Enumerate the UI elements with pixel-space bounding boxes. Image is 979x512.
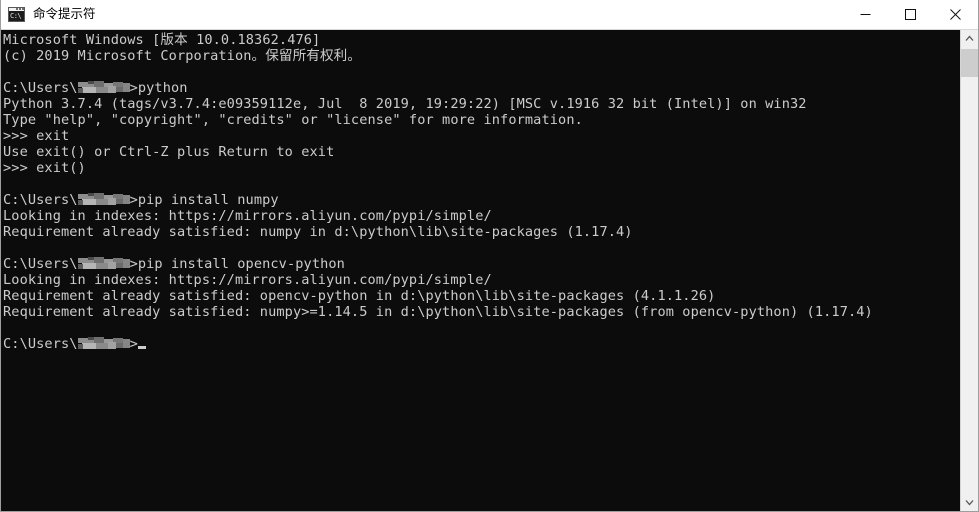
- console-line: Looking in indexes: https://mirrors.aliy…: [3, 272, 492, 288]
- redacted-username: [77, 81, 130, 94]
- scrollbar-thumb[interactable]: [961, 49, 978, 77]
- console-prompt-caret: >pip install numpy: [129, 192, 279, 208]
- console-prompt-path: C:\Users\: [3, 256, 78, 272]
- console-line: (c) 2019 Microsoft Corporation。保留所有权利。: [3, 48, 362, 64]
- console-prompt-caret: >python: [129, 80, 188, 96]
- console-line: C:\Users\ >: [3, 336, 960, 352]
- console-line: Requirement already satisfied: numpy in …: [3, 224, 633, 240]
- redacted-username: [77, 193, 130, 206]
- console-prompt-path: C:\Users\: [3, 336, 78, 352]
- redacted-username: [77, 337, 130, 350]
- console-line: Looking in indexes: https://mirrors.aliy…: [3, 208, 492, 224]
- console-prompt-caret: >pip install opencv-python: [129, 256, 345, 272]
- console-line: C:\Users\ >pip install numpy: [3, 192, 960, 208]
- maximize-icon: [905, 9, 916, 20]
- cmd-console-icon: C:\: [8, 7, 25, 22]
- console-area: Microsoft Windows [版本 10.0.18362.476] (c)…: [1, 30, 978, 511]
- scroll-down-button[interactable]: [961, 494, 978, 511]
- console-prompt-caret: >: [129, 336, 138, 352]
- redacted-username: [77, 257, 130, 270]
- console-line: C:\Users\ >pip install opencv-python: [3, 256, 960, 272]
- title-bar-left: C:\ 命令提示符: [1, 0, 843, 29]
- command-prompt-window: C:\ 命令提示符 Microsoft Windows [版本 10.0.183…: [0, 0, 979, 512]
- console-line: >>> exit: [3, 128, 70, 144]
- console-line: Python 3.7.4 (tags/v3.7.4:e09359112e, Ju…: [3, 96, 807, 112]
- console-line: Requirement already satisfied: opencv-py…: [3, 288, 716, 304]
- console-line: Microsoft Windows [版本 10.0.18362.476]: [3, 32, 321, 48]
- minimize-icon: [860, 14, 871, 15]
- close-icon: [950, 9, 961, 20]
- text-cursor: [137, 346, 146, 349]
- close-button[interactable]: [933, 0, 978, 29]
- cmd-icon-text: C:\: [9, 11, 24, 21]
- console-line: Requirement already satisfied: numpy>=1.…: [3, 304, 873, 320]
- console-line: C:\Users\ >python: [3, 80, 960, 96]
- scroll-up-button[interactable]: [961, 30, 978, 47]
- console-line: Type "help", "copyright", "credits" or "…: [3, 112, 583, 128]
- maximize-button[interactable]: [888, 0, 933, 29]
- title-bar[interactable]: C:\ 命令提示符: [1, 0, 978, 30]
- chevron-up-icon: [965, 35, 974, 41]
- console-output[interactable]: Microsoft Windows [版本 10.0.18362.476] (c)…: [1, 30, 960, 511]
- console-line: Use exit() or Ctrl-Z plus Return to exit: [3, 144, 335, 160]
- window-controls: [843, 0, 978, 29]
- scrollbar-track[interactable]: [961, 47, 978, 494]
- console-line: >>> exit(): [3, 160, 86, 176]
- console-prompt-path: C:\Users\: [3, 192, 78, 208]
- console-prompt-path: C:\Users\: [3, 80, 78, 96]
- chevron-down-icon: [965, 500, 974, 506]
- window-title: 命令提示符: [33, 7, 96, 21]
- minimize-button[interactable]: [843, 0, 888, 29]
- vertical-scrollbar[interactable]: [960, 30, 978, 511]
